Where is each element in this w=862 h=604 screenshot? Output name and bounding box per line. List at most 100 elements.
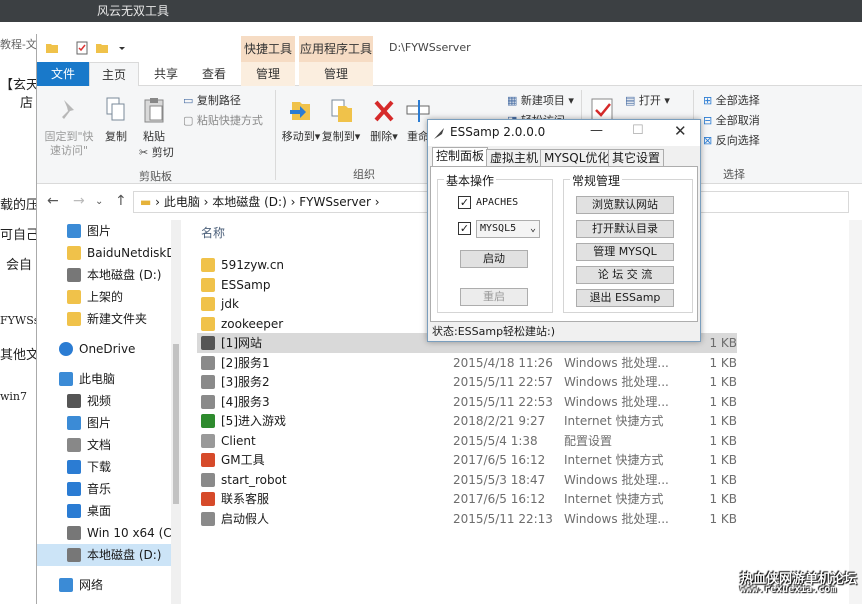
- open-button[interactable]: ▤ 打开 ▾: [625, 94, 670, 108]
- documents-icon: [67, 438, 81, 452]
- copy-button[interactable]: 复制: [99, 96, 133, 144]
- copy-to-button[interactable]: 复制到▾: [321, 96, 361, 144]
- tab-virtual-host[interactable]: 虚拟主机: [486, 149, 543, 167]
- file-row[interactable]: [4]服务3 2015/5/11 22:53 Windows 批处理... 1 KB: [197, 392, 737, 412]
- nav-item[interactable]: 文档: [37, 434, 177, 456]
- breadcrumb-separator: ›: [203, 195, 209, 209]
- minimize-icon[interactable]: —: [590, 123, 603, 138]
- file-row[interactable]: GM工具 2017/6/5 16:12 Internet 快捷方式 1 KB: [197, 450, 737, 470]
- chevron-down-icon: ▾: [664, 94, 670, 107]
- nav-item[interactable]: 上架的: [37, 286, 177, 308]
- nav-item-label: 本地磁盘 (D:): [87, 548, 162, 562]
- nav-item[interactable]: 新建文件夹: [37, 308, 177, 330]
- mysql-version-select[interactable]: MYSQL5 ⌄: [476, 220, 540, 238]
- browse-default-site-button[interactable]: 浏览默认网站: [576, 196, 674, 214]
- move-to-button[interactable]: 移动到▾: [281, 96, 321, 144]
- open-default-dir-button[interactable]: 打开默认目录: [576, 220, 674, 238]
- tab-manage-app[interactable]: 管理: [299, 62, 373, 86]
- tab-file[interactable]: 文件: [37, 62, 89, 86]
- file-row[interactable]: 启动假人 2015/5/11 22:13 Windows 批处理... 1 KB: [197, 509, 737, 529]
- chevron-down-icon[interactable]: [115, 41, 129, 55]
- tab-manage-shortcut[interactable]: 管理: [241, 62, 295, 86]
- bg-line: 可自己: [0, 228, 40, 243]
- mysql-checkbox[interactable]: ✓: [458, 222, 471, 235]
- general-management-group: 常规管理 浏览默认网站 打开默认目录 管理 MYSQL 论 坛 交 流 退出 E…: [563, 172, 693, 313]
- new-folder-icon[interactable]: [95, 41, 109, 55]
- drive-icon: [67, 526, 81, 540]
- pin-quick-access-button[interactable]: 固定到"快 速访问": [43, 96, 95, 158]
- exit-essamp-button[interactable]: 退出 ESSamp: [576, 289, 674, 307]
- maximize-icon[interactable]: ☐: [632, 123, 644, 138]
- nav-item[interactable]: 本地磁盘 (D:): [37, 544, 177, 566]
- basic-operations-group: 基本操作 ✓ APACHES ✓ MYSQL5 ⌄ 启动 重启: [437, 172, 553, 313]
- forum-button[interactable]: 论 坛 交 流: [576, 266, 674, 284]
- nav-item[interactable]: 网络: [37, 574, 177, 596]
- context-tab-shortcut-tools[interactable]: 快捷工具: [241, 36, 295, 62]
- chevron-down-icon[interactable]: ⌄: [95, 196, 103, 207]
- nav-item[interactable]: 图片: [37, 412, 177, 434]
- folder-icon: ▬: [140, 195, 152, 209]
- file-type: 配置设置: [564, 433, 613, 448]
- breadcrumb-drive-d[interactable]: 本地磁盘 (D:): [212, 195, 286, 209]
- nav-item[interactable]: 图片: [37, 220, 177, 242]
- breadcrumb-fywsserver[interactable]: FYWSserver: [299, 195, 371, 209]
- new-item-button[interactable]: ▦ 新建项目 ▾: [507, 94, 574, 108]
- batch-icon: [201, 511, 215, 526]
- start-button[interactable]: 启动: [460, 250, 528, 268]
- file-row[interactable]: [2]服务1 2015/4/18 11:26 Windows 批处理... 1 KB: [197, 353, 737, 373]
- up-arrow-icon[interactable]: ↑: [115, 193, 127, 209]
- cut-button[interactable]: ✂ 剪切: [139, 146, 174, 160]
- paste-shortcut-button[interactable]: ▢ 粘贴快捷方式: [183, 114, 263, 128]
- file-row[interactable]: [5]进入游戏 2018/2/21 9:27 Internet 快捷方式 1 KB: [197, 411, 737, 431]
- rename-label: 重命: [407, 130, 429, 143]
- nav-item[interactable]: 此电脑: [37, 368, 177, 390]
- tab-home[interactable]: 主页: [89, 62, 139, 87]
- nav-item[interactable]: BaiduNetdiskD: [37, 242, 177, 264]
- breadcrumb-this-pc[interactable]: 此电脑: [164, 195, 200, 209]
- close-icon[interactable]: ✕: [674, 122, 687, 140]
- nav-scrollbar-thumb[interactable]: [173, 344, 179, 504]
- forward-arrow-icon[interactable]: →: [73, 193, 85, 209]
- dialog-title-bar: ESSamp 2.0.0.0 — ☐ ✕: [428, 120, 700, 146]
- select-none-button[interactable]: ⊟ 全部取消: [703, 114, 760, 128]
- apache-label: APACHES: [476, 197, 519, 208]
- tab-other-settings[interactable]: 其它设置: [608, 149, 665, 167]
- nav-item[interactable]: Win 10 x64 (C:): [37, 522, 180, 544]
- delete-button[interactable]: 删除▾: [369, 96, 399, 144]
- nav-item[interactable]: OneDrive: [37, 338, 177, 360]
- web-shortcut-icon: [201, 492, 215, 506]
- file-row[interactable]: [3]服务2 2015/5/11 22:57 Windows 批处理... 1 KB: [197, 372, 737, 392]
- back-arrow-icon[interactable]: ←: [47, 193, 59, 209]
- tab-view[interactable]: 查看: [189, 62, 239, 86]
- context-tab-app-tools[interactable]: 应用程序工具: [299, 36, 373, 62]
- tab-mysql-optimize[interactable]: MYSQL优化: [540, 149, 614, 167]
- tab-share[interactable]: 共享: [141, 62, 191, 86]
- delete-label: 删除: [370, 130, 393, 143]
- file-type: Windows 批处理...: [564, 511, 669, 526]
- new-item-icon: ▦: [507, 94, 521, 107]
- select-all-button[interactable]: ⊞ 全部选择: [703, 94, 760, 108]
- file-row[interactable]: Client 2015/5/4 1:38 配置设置 1 KB: [197, 431, 737, 451]
- file-list-scrollbar[interactable]: [849, 220, 862, 604]
- tab-control-panel[interactable]: 控制面板: [432, 147, 489, 167]
- nav-item[interactable]: 视频: [37, 390, 177, 412]
- manage-mysql-button[interactable]: 管理 MYSQL: [576, 243, 674, 261]
- file-row[interactable]: 联系客服 2017/6/5 16:12 Internet 快捷方式 1 KB: [197, 489, 737, 509]
- copy-to-label: 复制到: [321, 130, 355, 143]
- nav-item[interactable]: 本地磁盘 (D:): [37, 264, 177, 286]
- column-header-name[interactable]: 名称: [201, 224, 225, 241]
- apache-checkbox[interactable]: ✓: [458, 196, 471, 209]
- nav-item[interactable]: 桌面: [37, 500, 177, 522]
- copy-path-button[interactable]: ▭ 复制路径: [183, 94, 241, 108]
- pictures-icon: [67, 416, 81, 430]
- file-row[interactable]: start_robot 2015/5/3 18:47 Windows 批处理... 1…: [197, 470, 737, 490]
- paste-button[interactable]: 粘贴: [137, 96, 171, 144]
- nav-item[interactable]: 下载: [37, 456, 177, 478]
- properties-icon[interactable]: [75, 41, 89, 55]
- restart-button[interactable]: 重启: [460, 288, 528, 306]
- invert-selection-button[interactable]: ⊠ 反向选择: [703, 134, 760, 148]
- nav-item[interactable]: 音乐: [37, 478, 177, 500]
- folder-icon[interactable]: [45, 41, 59, 55]
- pin-icon: [62, 100, 74, 119]
- nav-item-label: 下载: [87, 460, 112, 474]
